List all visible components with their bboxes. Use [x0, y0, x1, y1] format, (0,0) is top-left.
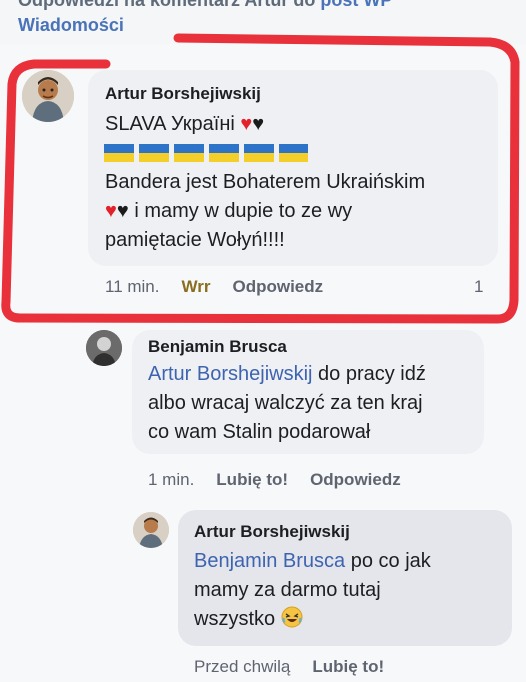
comment-author[interactable]: Benjamin Brusca	[148, 337, 287, 357]
thread-header: Odpowiedzi na komentarz Artur do post WP…	[0, 0, 526, 44]
like-button[interactable]: Lubię to!	[312, 657, 384, 676]
post-link[interactable]: post WP	[320, 0, 392, 10]
comment-text: i mamy w dupie to ze wy	[134, 200, 353, 222]
comment-text: wszystko	[194, 608, 276, 630]
comment-text: SLAVA Україні	[105, 113, 235, 135]
comment-line: pamiętacie Wołyń!!!!	[105, 229, 285, 251]
like-button[interactable]: Lubię to!	[216, 470, 288, 489]
comment-text: do pracy idź	[312, 363, 426, 385]
avatar-icon	[22, 70, 74, 122]
comment-meta: Przed chwilą Lubię to!	[194, 657, 384, 677]
comment-line: Bandera jest Bohaterem Ukraińskim	[105, 171, 426, 193]
comment-line: Benjamin Brusca po co jak	[194, 547, 431, 576]
avatar[interactable]	[86, 330, 122, 366]
comment-line: co wam Stalin podarował	[148, 421, 371, 443]
source-name[interactable]: Wiadomości	[18, 15, 124, 36]
avatar[interactable]	[133, 512, 169, 548]
comment-line: Artur Borshejiwskij do pracy idź	[148, 360, 426, 389]
comment-author[interactable]: Artur Borshejiwskij	[105, 84, 261, 104]
avatar-icon	[86, 330, 122, 366]
comment-line: albo wracaj walczyć za ten kraj	[148, 392, 423, 414]
comment-line: wszystko	[194, 605, 303, 637]
comment-time: 1 min.	[148, 470, 195, 489]
comment-meta: 1 min. Lubię to! Odpowiedz	[148, 470, 401, 490]
mention-link[interactable]: Benjamin Brusca	[194, 550, 345, 572]
avatar[interactable]	[22, 70, 74, 122]
reply-button[interactable]: Odpowiedz	[310, 470, 401, 489]
breadcrumb: Odpowiedzi na komentarz Artur do post WP	[18, 0, 392, 11]
comment-text: po co jak	[345, 550, 431, 572]
comment-line: ♥♥ i mamy w dupie to ze wy	[105, 197, 352, 226]
black-heart-icon: ♥	[252, 113, 265, 135]
mention-link[interactable]: Artur Borshejiwskij	[148, 363, 312, 385]
comment-thread-screen: Odpowiedzi na komentarz Artur do post WP…	[0, 0, 526, 682]
comment-meta: 11 min. Wrr Odpowiedz	[105, 277, 323, 297]
comment-time: 11 min.	[105, 277, 160, 296]
avatar-icon	[133, 512, 169, 548]
breadcrumb-text: Odpowiedzi na komentarz Artur do	[18, 0, 321, 10]
black-heart-icon: ♥	[116, 200, 129, 222]
comment-line: SLAVA Україні ♥♥	[105, 110, 264, 139]
red-heart-icon: ♥	[240, 113, 253, 135]
laughing-emoji-icon	[281, 606, 303, 637]
comment-author[interactable]: Artur Borshejiwskij	[194, 522, 350, 542]
comment-line: mamy za darmo tutaj	[194, 579, 381, 601]
red-heart-icon: ♥	[105, 200, 117, 222]
reply-button[interactable]: Odpowiedz	[232, 277, 323, 296]
comment-time: Przed chwilą	[194, 657, 291, 676]
reaction-count: 1	[474, 277, 484, 296]
reaction-button[interactable]: Wrr	[182, 277, 211, 296]
ukraine-flag-icon	[104, 142, 308, 164]
